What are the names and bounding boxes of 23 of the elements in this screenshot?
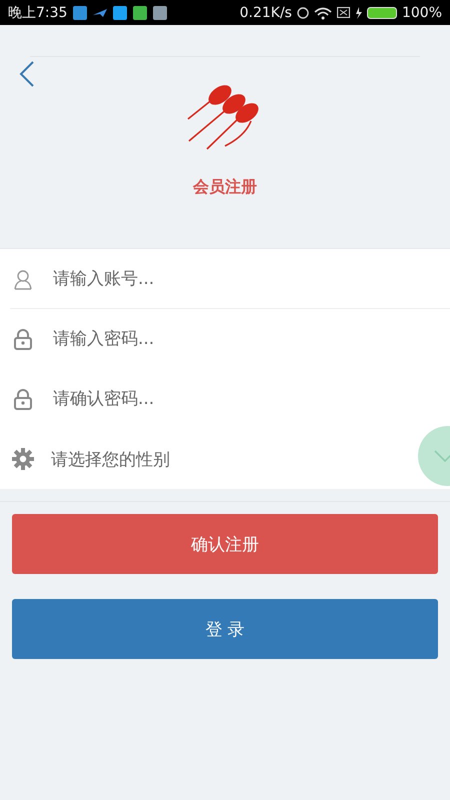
login-button[interactable]: 登 录 — [12, 599, 438, 659]
lock-icon — [12, 328, 34, 350]
battery-icon — [366, 6, 397, 18]
network-speed: 0.21K/s — [240, 4, 292, 20]
lock-icon — [12, 388, 34, 410]
app-notification-icon — [113, 6, 128, 20]
wifi-icon — [314, 6, 332, 20]
chevron-down-icon — [434, 450, 450, 462]
app-notification-icon — [73, 6, 88, 20]
page-title: 会员注册 — [193, 177, 257, 198]
user-icon — [12, 268, 34, 290]
battery-percent: 100% — [402, 4, 442, 20]
charging-icon — [354, 6, 362, 18]
gender-select[interactable]: 请选择您的性别 — [51, 448, 170, 470]
input-field[interactable]: 请输入账号... — [51, 262, 375, 294]
app-notification-icon — [153, 6, 168, 20]
settings-icon — [12, 448, 34, 470]
status-time: 晚上7:35 — [8, 4, 68, 22]
register-button[interactable]: 确认注册 — [12, 514, 438, 574]
input-field[interactable]: 请输入密码... — [51, 323, 375, 355]
app-notification-icon — [133, 6, 148, 20]
back-button[interactable] — [18, 61, 36, 89]
input-field[interactable]: 请确认密码... — [51, 383, 375, 415]
